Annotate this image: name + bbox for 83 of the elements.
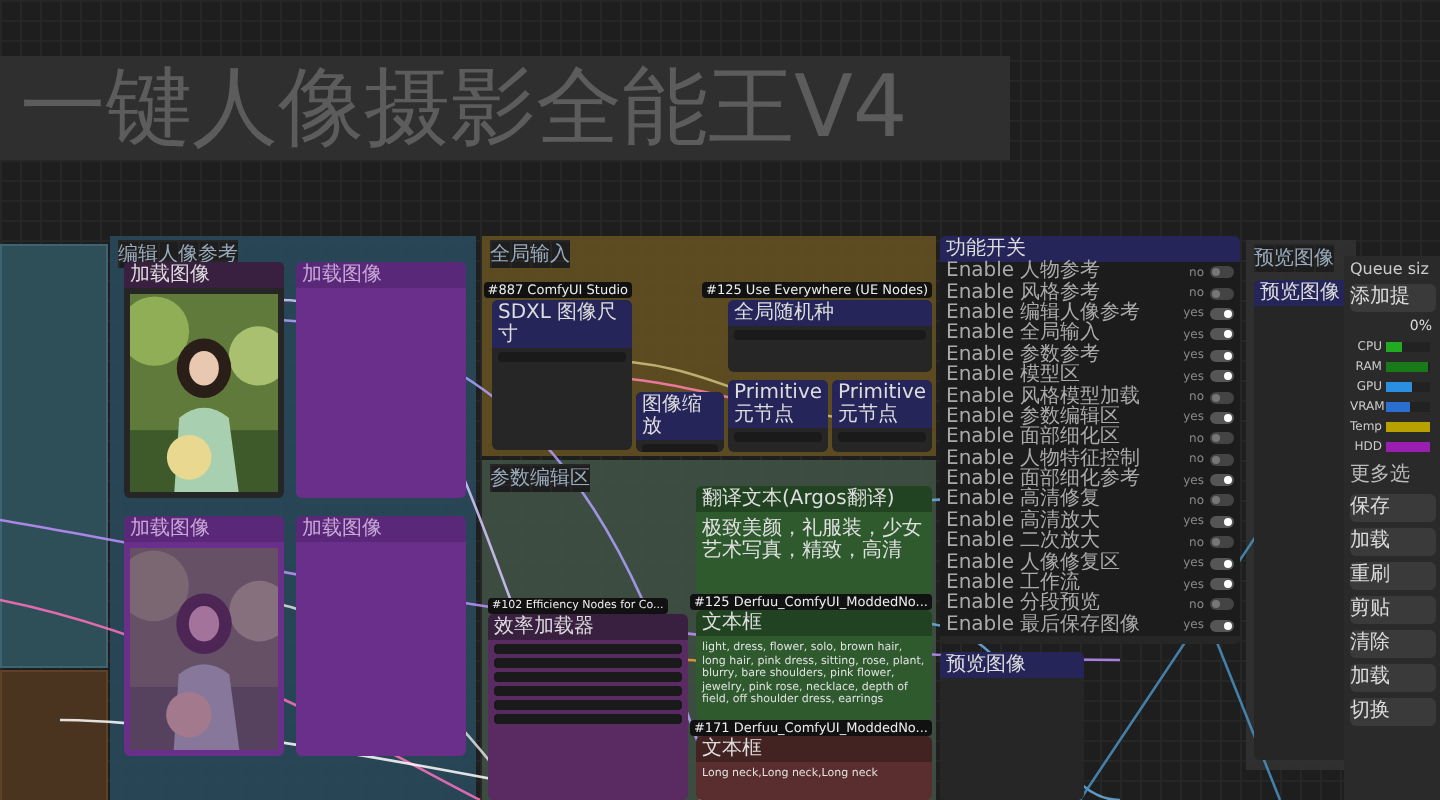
input-node[interactable]: 图像缩放 (636, 392, 724, 452)
menu-button[interactable]: 加载 (1350, 664, 1436, 692)
node-title: 加载图像 (302, 264, 382, 286)
toggle-switch[interactable] (1210, 432, 1234, 445)
switch-label: Enable 人像修复区 (946, 553, 1123, 574)
node-title: 功能开关 (946, 238, 1026, 260)
toggle-switch[interactable] (1210, 287, 1234, 300)
menu-button[interactable]: 剪贴 (1350, 596, 1436, 624)
toggle-switch[interactable] (1210, 391, 1234, 404)
switch-label: Enable 参数参考 (946, 345, 1103, 366)
switch-label: Enable 分段预览 (946, 594, 1101, 615)
node-title: 翻译文本(Argos翻译) (702, 488, 895, 510)
toggle-switch[interactable] (1210, 328, 1234, 341)
meter-bar (1386, 382, 1430, 392)
toggle-switch[interactable] (1210, 474, 1234, 487)
prompt-text[interactable]: 极致美颜，礼服装，少女艺术写真，精致，高清 (702, 518, 926, 562)
menu-button[interactable]: 清除 (1350, 630, 1436, 658)
node-title: 加载图像 (130, 264, 210, 286)
switch-label: Enable 编辑人像参考 (946, 303, 1143, 324)
input-node[interactable]: Primitive元节点 (832, 380, 932, 452)
image-node[interactable]: 加载图像 (296, 262, 466, 498)
input-node[interactable]: SDXL 图像尺寸 (492, 300, 632, 450)
switch-label: Enable 面部细化区 (946, 428, 1121, 449)
switch-label: Enable 最后保存图像 (946, 615, 1143, 636)
more-options-label: 更多选 (1350, 461, 1412, 488)
menu-button[interactable]: 重刷 (1350, 562, 1436, 590)
input-node[interactable]: Primitive元节点 (728, 380, 828, 452)
toggle-switch[interactable] (1210, 619, 1234, 632)
node-title: 图像缩放 (642, 394, 702, 438)
switch-label: Enable 模型区 (946, 366, 1081, 387)
node-title: 加载图像 (302, 518, 382, 540)
node-title: 文本框 (702, 612, 762, 634)
node-title: 全局随机种 (734, 302, 834, 324)
toggle-switch[interactable] (1210, 453, 1234, 466)
image-node[interactable]: 加载图像 (296, 516, 466, 756)
node-title: Primitive元节点 (734, 382, 823, 426)
queue-title: Queue siz (1350, 260, 1431, 278)
toggle-switch[interactable] (1210, 578, 1234, 591)
meter-bar (1386, 422, 1430, 432)
switch-label: Enable 高清修复 (946, 490, 1101, 511)
meter-bar (1386, 342, 1430, 352)
switch-node[interactable] (940, 236, 1240, 644)
preview-node[interactable]: 预览图像 (1254, 280, 1348, 760)
toggle-switch[interactable] (1210, 411, 1234, 424)
switch-label: Enable 人物参考 (946, 262, 1103, 283)
menu-button[interactable]: 保存 (1350, 494, 1436, 522)
node-title: Primitive元节点 (838, 382, 927, 426)
toggle-switch[interactable] (1210, 557, 1234, 570)
switch-label: Enable 工作流 (946, 574, 1081, 595)
image-node[interactable]: 加载图像 (124, 516, 284, 756)
meter-bar (1386, 442, 1430, 452)
switch-label: Enable 风格模型加载 (946, 387, 1143, 408)
switch-label: Enable 风格参考 (946, 283, 1101, 304)
toggle-switch[interactable] (1210, 266, 1234, 279)
meter-bar (1386, 402, 1430, 412)
node-title: 效率加载器 (494, 616, 594, 638)
switch-label: Enable 高清放大 (946, 511, 1103, 532)
node-title: SDXL 图像尺寸 (498, 302, 618, 346)
toggle-switch[interactable] (1210, 349, 1234, 362)
menu-button[interactable]: 切换 (1350, 698, 1436, 726)
meter-bar (1386, 362, 1430, 372)
text-node[interactable]: 翻译文本(Argos翻译) 极致美颜，礼服装，少女艺术写真，精致，高清 (696, 486, 932, 594)
group-title: 预览图像 (1254, 244, 1334, 272)
image-node[interactable]: 加载图像 (124, 262, 284, 498)
toggle-switch[interactable] (1210, 370, 1234, 383)
group-title: 全局输入 (490, 240, 570, 268)
switch-label: Enable 二次放大 (946, 532, 1101, 553)
node-title: 预览图像 (946, 654, 1026, 676)
menu-button[interactable]: 加载 (1350, 528, 1436, 556)
toggle-switch[interactable] (1210, 494, 1234, 507)
node-title: 预览图像 (1260, 282, 1340, 304)
group-title: 参数编辑区 (490, 464, 590, 492)
switch-label: Enable 全局输入 (946, 324, 1101, 345)
toggle-switch[interactable] (1210, 515, 1234, 528)
toggle-switch[interactable] (1210, 598, 1234, 611)
preview-node[interactable]: 预览图像 (940, 652, 1084, 800)
toggle-switch[interactable] (1210, 536, 1234, 549)
add-prompt-button[interactable]: 添加提 (1350, 284, 1436, 312)
node-title: 加载图像 (130, 518, 210, 540)
toggle-switch[interactable] (1210, 307, 1234, 320)
switch-label: Enable 人物特征控制 (946, 449, 1143, 470)
input-node[interactable]: 全局随机种 (728, 300, 932, 372)
switch-label: Enable 参数编辑区 (946, 407, 1123, 428)
